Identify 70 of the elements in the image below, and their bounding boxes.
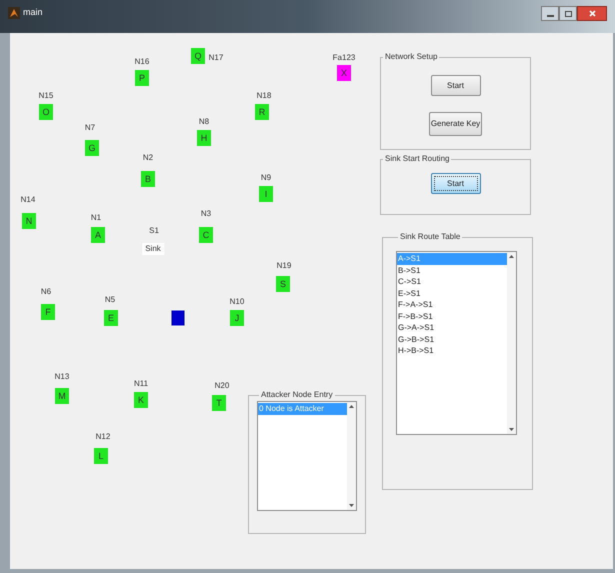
node-label: N11 bbox=[134, 380, 148, 388]
node-label: N9 bbox=[260, 174, 272, 182]
scroll-down-icon[interactable] bbox=[509, 428, 514, 431]
maximize-button[interactable] bbox=[559, 6, 577, 21]
node: A bbox=[91, 227, 105, 243]
scroll-up-icon[interactable] bbox=[509, 255, 514, 258]
list-item[interactable]: C->S1 bbox=[397, 276, 507, 288]
node: M bbox=[55, 388, 69, 404]
scroll-down-icon[interactable] bbox=[349, 504, 354, 507]
window-title: main bbox=[23, 6, 43, 19]
node: H bbox=[197, 130, 211, 146]
list-item[interactable]: F->B->S1 bbox=[397, 310, 507, 322]
node: R bbox=[255, 104, 269, 120]
node: J bbox=[230, 310, 244, 326]
push-button[interactable]: Start bbox=[430, 173, 480, 194]
list-box[interactable]: A->S1 B->S1 C->S1 E->S1 F->A->S1 F->B->S1 G->A->S1 G->B->S1 H->B->S1 bbox=[396, 251, 517, 435]
node: S bbox=[276, 276, 290, 292]
node: F bbox=[41, 304, 55, 320]
push-button[interactable]: Generate Key bbox=[429, 112, 482, 136]
group-title: Sink Start Routing bbox=[384, 155, 450, 163]
node: L bbox=[94, 448, 108, 464]
node-label: N20 bbox=[214, 382, 230, 390]
minimize-button[interactable] bbox=[541, 6, 559, 21]
node: G bbox=[85, 140, 99, 156]
sink-node: Sink bbox=[142, 243, 164, 255]
group-title: Network Setup bbox=[384, 53, 438, 61]
group-title: Attacker Node Entry bbox=[260, 391, 334, 399]
group-title: Sink Route Table bbox=[399, 233, 462, 241]
scroll-up-icon[interactable] bbox=[349, 405, 354, 408]
list-item[interactable]: H->B->S1 bbox=[397, 345, 507, 356]
node: X bbox=[337, 65, 351, 81]
list-item[interactable]: G->A->S1 bbox=[397, 322, 507, 334]
node: Q bbox=[191, 48, 205, 64]
node-label: N7 bbox=[84, 124, 96, 132]
node: I bbox=[259, 186, 273, 202]
node-label: N16 bbox=[134, 58, 150, 66]
node: T bbox=[212, 395, 226, 411]
node-label: N17 bbox=[208, 54, 224, 62]
list-item[interactable]: F->A->S1 bbox=[397, 299, 507, 310]
node-label: N1 bbox=[90, 214, 102, 222]
node-label: Fa123 bbox=[332, 54, 356, 62]
push-button[interactable]: Start bbox=[430, 75, 480, 96]
node: E bbox=[104, 310, 118, 326]
node-label: N15 bbox=[38, 92, 54, 100]
node-label: N14 bbox=[20, 196, 36, 204]
node: K bbox=[134, 392, 148, 408]
node: B bbox=[141, 171, 155, 187]
node-label: N19 bbox=[276, 262, 292, 270]
node: N bbox=[22, 213, 36, 229]
node: P bbox=[135, 70, 149, 86]
node: O bbox=[39, 104, 53, 120]
list-item[interactable]: B->S1 bbox=[397, 264, 507, 276]
list-item[interactable]: G->B->S1 bbox=[397, 334, 507, 345]
node-label: N5 bbox=[104, 296, 116, 304]
list-item[interactable]: E->S1 bbox=[397, 288, 507, 299]
node-label: N8 bbox=[198, 118, 210, 126]
close-button[interactable] bbox=[577, 6, 607, 21]
close-icon[interactable] bbox=[588, 10, 596, 17]
node-label: N13 bbox=[54, 373, 70, 381]
node-label: N2 bbox=[142, 154, 154, 162]
node-label: N10 bbox=[230, 298, 244, 306]
scrollbar[interactable] bbox=[507, 252, 516, 434]
node-label: N3 bbox=[200, 210, 212, 218]
node: C bbox=[199, 227, 213, 243]
scrollbar[interactable] bbox=[347, 402, 356, 510]
node-label: N6 bbox=[40, 288, 52, 296]
node-label: N12 bbox=[96, 433, 110, 441]
node-label: N18 bbox=[256, 92, 272, 100]
node-label: S1 bbox=[149, 227, 159, 235]
app-icon bbox=[8, 7, 20, 19]
